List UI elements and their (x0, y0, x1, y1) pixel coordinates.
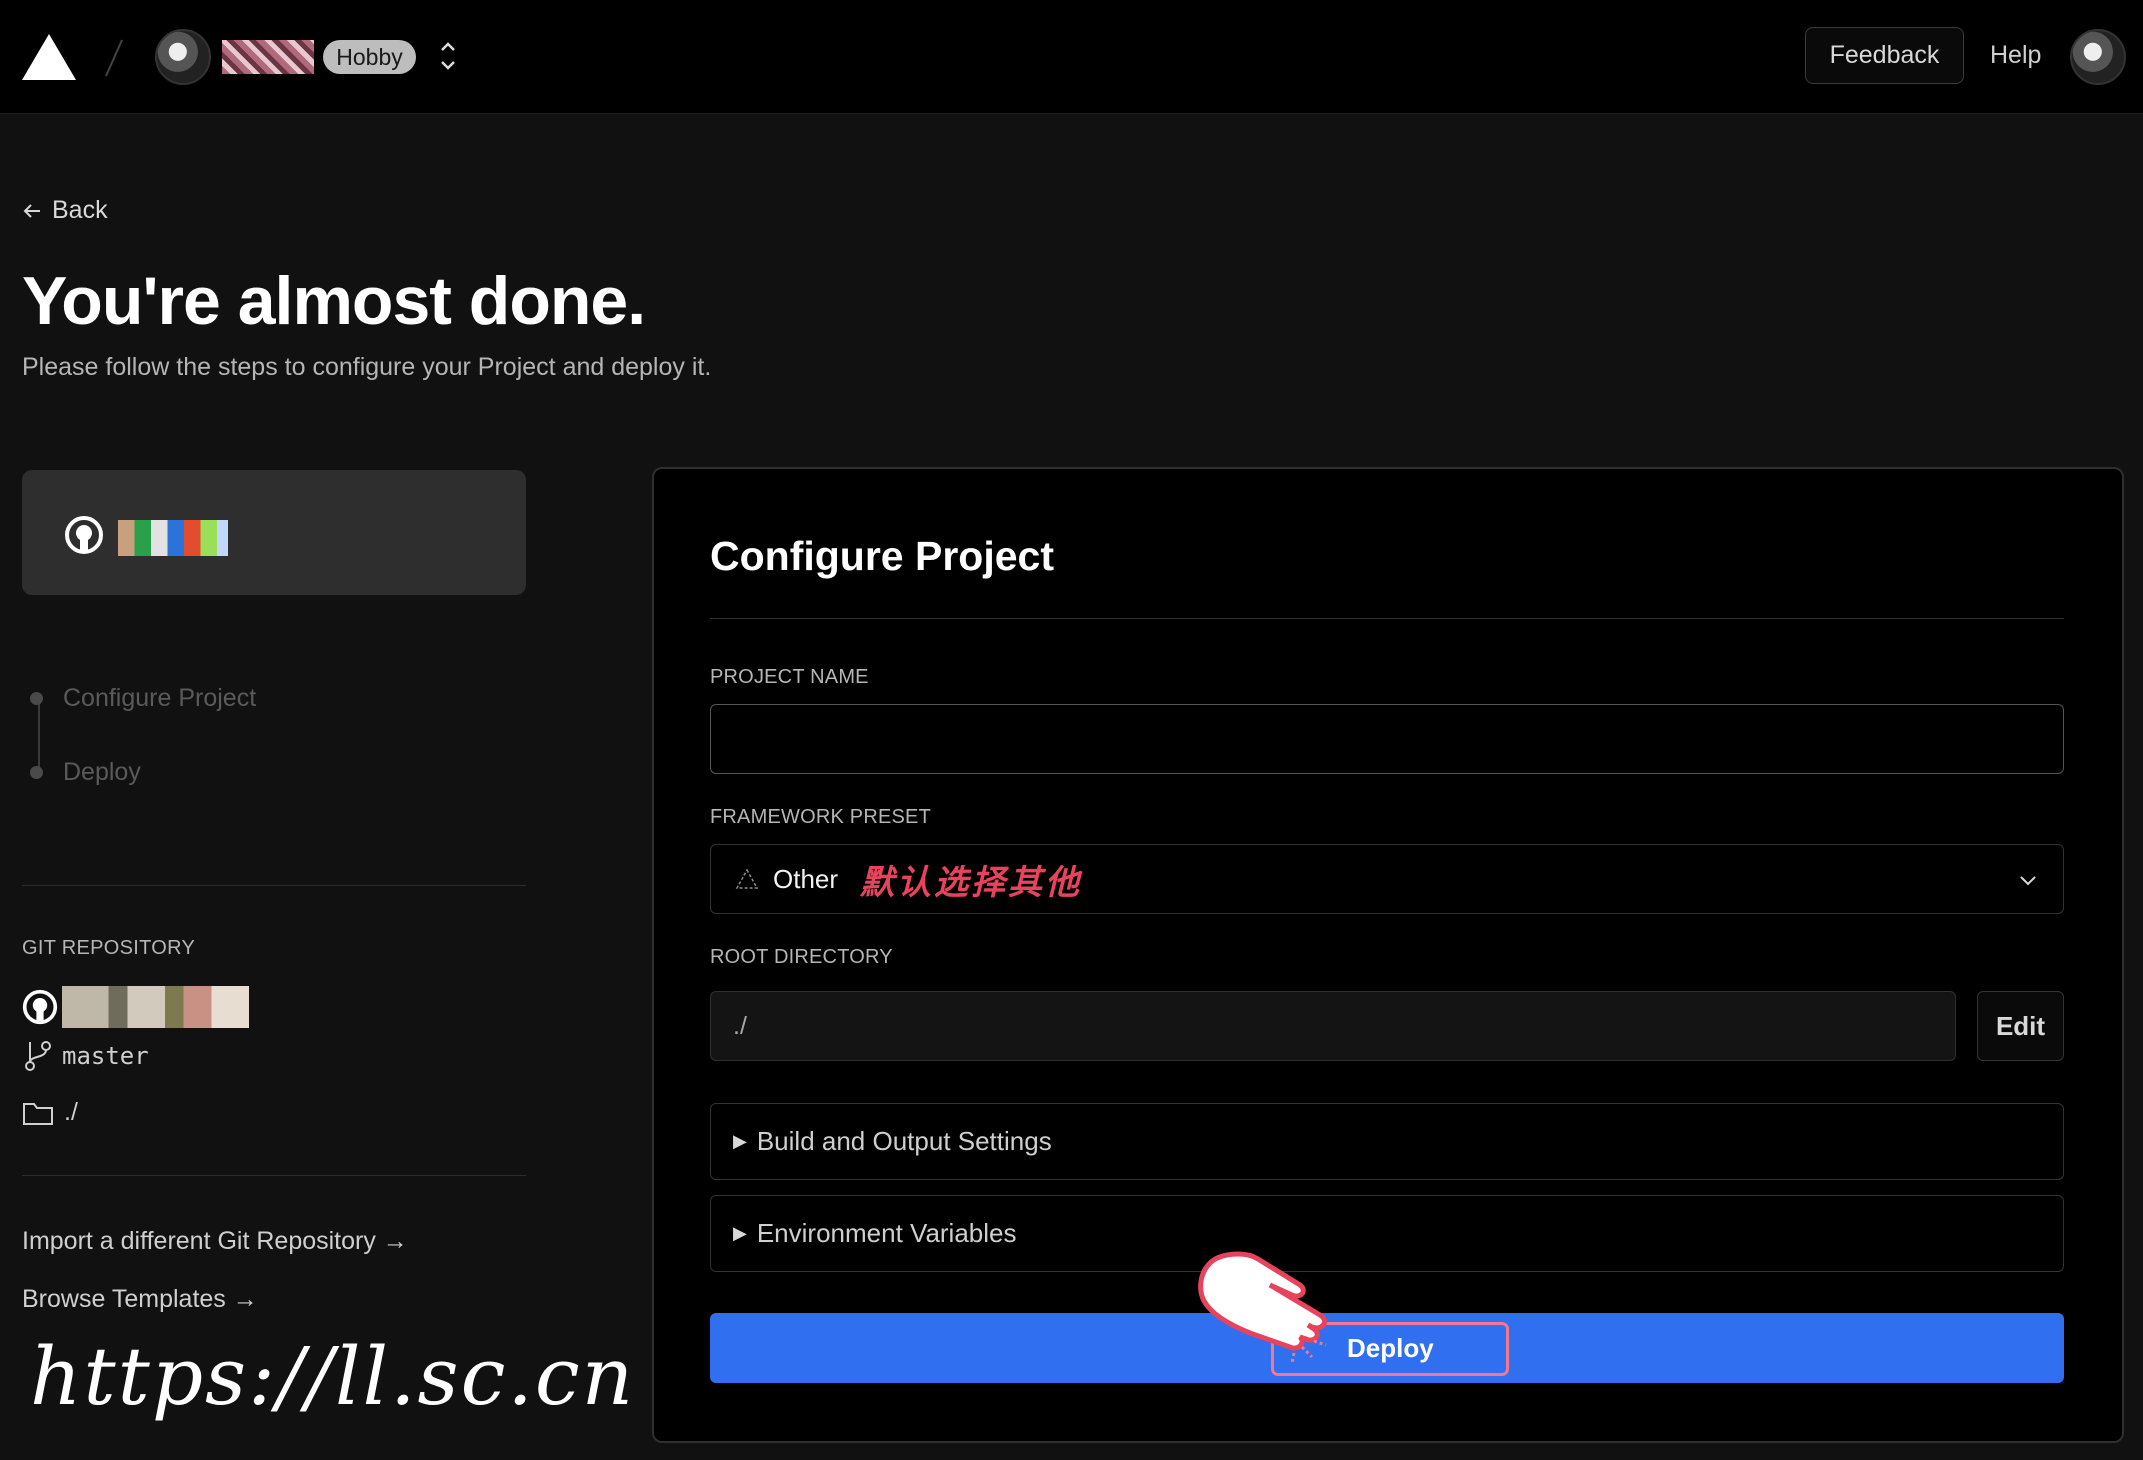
step-dot (30, 766, 43, 779)
step-configure-project: Configure Project (30, 684, 256, 713)
user-avatar[interactable] (2070, 29, 2126, 85)
framework-annotation: 默认选择其他 (860, 862, 1083, 903)
panel-divider (710, 618, 2064, 619)
back-link[interactable]: Back (22, 196, 108, 225)
team-avatar[interactable] (155, 29, 211, 85)
chevron-down-icon (2020, 876, 2036, 886)
branch-icon (25, 1041, 51, 1071)
branch-info: master (22, 1040, 149, 1072)
page-subtitle: Please follow the steps to configure you… (22, 353, 712, 381)
folder-icon (23, 1102, 53, 1125)
pointer-hand-icon (1198, 1251, 1327, 1364)
edit-root-directory-button[interactable]: Edit (1977, 991, 2064, 1061)
help-link[interactable]: Help (1990, 27, 2041, 84)
github-icon (22, 989, 58, 1025)
directory-info: ./ (22, 1098, 78, 1127)
panel-title: Configure Project (710, 533, 1054, 579)
page-title: You're almost done. (22, 263, 646, 339)
back-label: Back (52, 196, 108, 224)
repository-card (22, 470, 526, 595)
git-repository-link[interactable] (22, 986, 249, 1028)
browse-templates-link[interactable]: Browse Templates → (22, 1285, 258, 1314)
left-divider (22, 1175, 526, 1176)
vercel-logo-icon[interactable] (22, 34, 76, 80)
framework-preset-label: FRAMEWORK PRESET (710, 806, 931, 828)
directory-path: ./ (64, 1098, 78, 1126)
root-directory-input[interactable]: ./ (710, 991, 1956, 1061)
build-output-settings-toggle[interactable]: ▶ Build and Output Settings (710, 1103, 2064, 1180)
top-navbar: Hobby Feedback Help (0, 0, 2143, 114)
step-label: Deploy (63, 758, 141, 786)
build-output-settings-label: Build and Output Settings (756, 1126, 1052, 1156)
plan-badge: Hobby (323, 40, 416, 74)
caret-right-icon: ▶ (733, 1131, 747, 1151)
project-name-label: PROJECT NAME (710, 666, 869, 688)
arrow-left-icon (23, 203, 40, 218)
git-repository-heading: GIT REPOSITORY (22, 937, 196, 959)
watermark-text: https://ll.sc.cn (30, 1330, 636, 1423)
caret-right-icon: ▶ (733, 1223, 747, 1243)
environment-variables-label: Environment Variables (756, 1218, 1017, 1248)
team-switcher-icon[interactable] (436, 36, 460, 76)
root-directory-label: ROOT DIRECTORY (710, 946, 893, 968)
branch-name: master (62, 1042, 149, 1070)
step-deploy: Deploy (30, 758, 141, 787)
feedback-button[interactable]: Feedback (1805, 27, 1964, 84)
git-repository-name-image (62, 986, 249, 1028)
team-name-image[interactable] (222, 40, 314, 74)
left-divider (22, 885, 526, 886)
repository-name-image (118, 520, 228, 556)
step-dot (30, 692, 43, 705)
project-name-input[interactable] (710, 704, 2064, 774)
framework-other-icon (735, 868, 759, 889)
import-different-repo-link[interactable]: Import a different Git Repository → (22, 1227, 408, 1256)
github-icon (65, 516, 103, 554)
step-label: Configure Project (63, 684, 257, 712)
framework-preset-select[interactable]: Other 默认选择其他 (710, 844, 2064, 914)
breadcrumb-separator (105, 39, 123, 77)
environment-variables-toggle[interactable]: ▶ Environment Variables (710, 1195, 2064, 1272)
framework-preset-value: Other (773, 863, 839, 894)
